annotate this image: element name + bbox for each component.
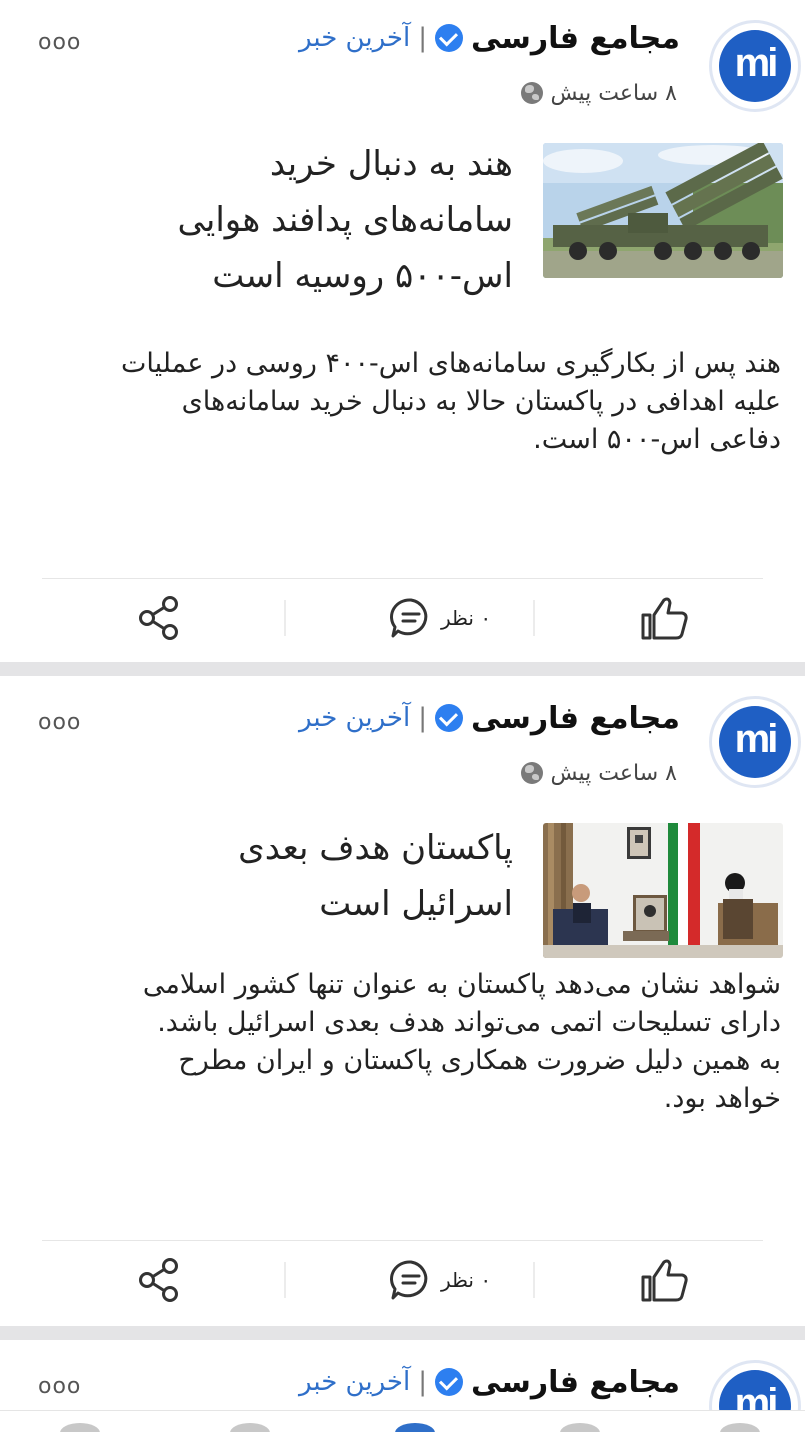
body-line: دفاعی اس-۵۰۰ است.: [533, 424, 781, 455]
body-line: علیه اهدافی در پاکستان حالا به دنبال خری…: [181, 386, 781, 417]
share-button[interactable]: [120, 1250, 200, 1310]
thumbs-up-icon: [641, 597, 688, 640]
thumbs-up-icon: [641, 1259, 688, 1302]
page-avatar[interactable]: mi: [709, 20, 801, 112]
globe-icon: [520, 82, 543, 104]
nav-item[interactable]: [720, 1423, 760, 1432]
post-thumbnail[interactable]: [543, 823, 783, 958]
page-name[interactable]: مجامع فارسی: [471, 21, 680, 56]
post-headline[interactable]: هند به دنبال خرید سامانه‌های پدافند هوای…: [113, 136, 513, 304]
action-separator: [284, 600, 286, 636]
category-link[interactable]: آخرین خبر: [299, 1367, 410, 1397]
body-line: به همین دلیل ضرورت همکاری پاکستان و ایرا…: [178, 1045, 781, 1076]
headline-line: سامانه‌های پدافند هوایی: [177, 200, 513, 240]
headline-line: پاکستان هدف بعدی: [238, 828, 513, 868]
page-avatar[interactable]: mi: [709, 696, 801, 788]
verified-badge-icon: [434, 704, 463, 732]
action-bar-divider: [42, 578, 763, 579]
post-card: mi مجامع فارسی | آخرین خبر ooo: [0, 1340, 805, 1410]
more-options-icon[interactable]: ooo: [38, 710, 81, 735]
share-button[interactable]: [120, 588, 200, 648]
like-button[interactable]: [620, 1250, 710, 1310]
post-timestamp: ۸ ساعت پیش: [550, 760, 678, 786]
headline-line: هند به دنبال خرید: [269, 144, 513, 184]
nav-item[interactable]: [560, 1423, 600, 1432]
comment-button[interactable]: ۰ نظر: [370, 1250, 510, 1310]
post-divider: [0, 662, 805, 676]
verified-badge-icon: [434, 24, 463, 52]
like-button[interactable]: [620, 588, 710, 648]
post-thumbnail[interactable]: [543, 143, 783, 278]
post-timestamp-row: ۸ ساعت پیش: [520, 758, 678, 788]
avatar-logo-text: mi: [734, 717, 779, 761]
avatar-logo-text: mi: [734, 1381, 779, 1410]
headline-line: اسرائیل است: [319, 884, 513, 924]
post-card: mi مجامع فارسی | آخرین خبر ۸ ساعت پیش oo…: [0, 0, 805, 662]
category-link[interactable]: آخرین خبر: [299, 23, 410, 53]
page-avatar[interactable]: mi: [709, 1360, 801, 1410]
post-body: هند پس از بکارگیری سامانه‌های اس-۴۰۰ روس…: [48, 345, 781, 459]
body-line: شواهد نشان می‌دهد پاکستان به عنوان تنها …: [142, 969, 781, 1000]
action-separator: [533, 1262, 535, 1298]
news-feed: mi مجامع فارسی | آخرین خبر ۸ ساعت پیش oo…: [0, 0, 805, 1432]
bottom-navigation: [0, 1410, 805, 1432]
more-options-icon[interactable]: ooo: [38, 1374, 81, 1399]
page-name[interactable]: مجامع فارسی: [471, 701, 680, 736]
nav-item[interactable]: [230, 1423, 270, 1432]
post-timestamp: ۸ ساعت پیش: [550, 80, 678, 106]
post-header: مجامع فارسی | آخرین خبر: [299, 18, 680, 58]
globe-icon: [520, 762, 543, 784]
more-options-icon[interactable]: ooo: [38, 30, 81, 55]
body-line: هند پس از بکارگیری سامانه‌های اس-۴۰۰ روس…: [121, 348, 781, 379]
body-line: خواهد بود.: [663, 1083, 781, 1114]
page-name[interactable]: مجامع فارسی: [471, 1365, 680, 1400]
comment-bubble-icon: [389, 598, 428, 638]
avatar-logo-text: mi: [734, 41, 779, 85]
post-headline[interactable]: پاکستان هدف بعدی اسرائیل است: [113, 820, 513, 932]
post-header: مجامع فارسی | آخرین خبر: [299, 698, 680, 738]
action-separator: [284, 1262, 286, 1298]
comment-bubble-icon: [389, 1260, 428, 1300]
post-timestamp-row: ۸ ساعت پیش: [520, 78, 678, 108]
share-icon: [139, 596, 178, 640]
category-link[interactable]: آخرین خبر: [299, 703, 410, 733]
header-separator: |: [418, 703, 427, 733]
action-separator: [533, 600, 535, 636]
missile-launcher-image: [543, 143, 783, 278]
post-body: شواهد نشان می‌دهد پاکستان به عنوان تنها …: [48, 966, 781, 1118]
comment-count: ۰ نظر: [440, 1268, 492, 1292]
nav-item[interactable]: [395, 1423, 435, 1432]
nav-item[interactable]: [60, 1423, 100, 1432]
meeting-photo-image: [543, 823, 783, 958]
post-divider: [0, 1326, 805, 1340]
headline-line: اس-۵۰۰ روسیه است: [212, 256, 513, 296]
comment-button[interactable]: ۰ نظر: [370, 588, 510, 648]
post-card: mi مجامع فارسی | آخرین خبر ۸ ساعت پیش oo…: [0, 676, 805, 1326]
body-line: دارای تسلیحات اتمی می‌تواند هدف بعدی اسر…: [157, 1007, 781, 1038]
comment-count: ۰ نظر: [440, 606, 492, 630]
share-icon: [139, 1258, 178, 1302]
header-separator: |: [418, 1367, 427, 1397]
verified-badge-icon: [434, 1368, 463, 1396]
post-header: مجامع فارسی | آخرین خبر: [299, 1362, 680, 1402]
header-separator: |: [418, 23, 427, 53]
action-bar-divider: [42, 1240, 763, 1241]
